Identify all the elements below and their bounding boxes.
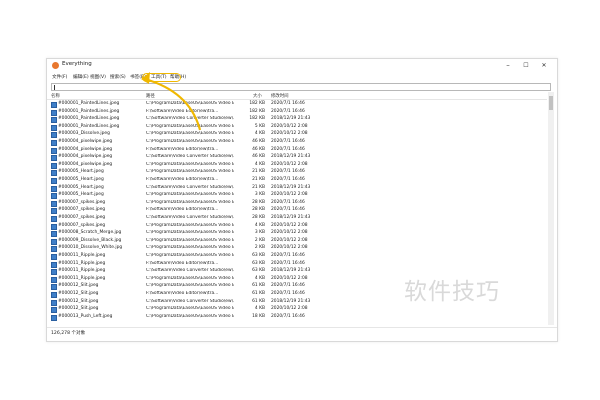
annotation-arrow [141, 72, 202, 131]
arrow-shaft [144, 77, 202, 131]
watermark-text: 软件技巧 [404, 279, 500, 305]
arrow-head [141, 72, 150, 84]
